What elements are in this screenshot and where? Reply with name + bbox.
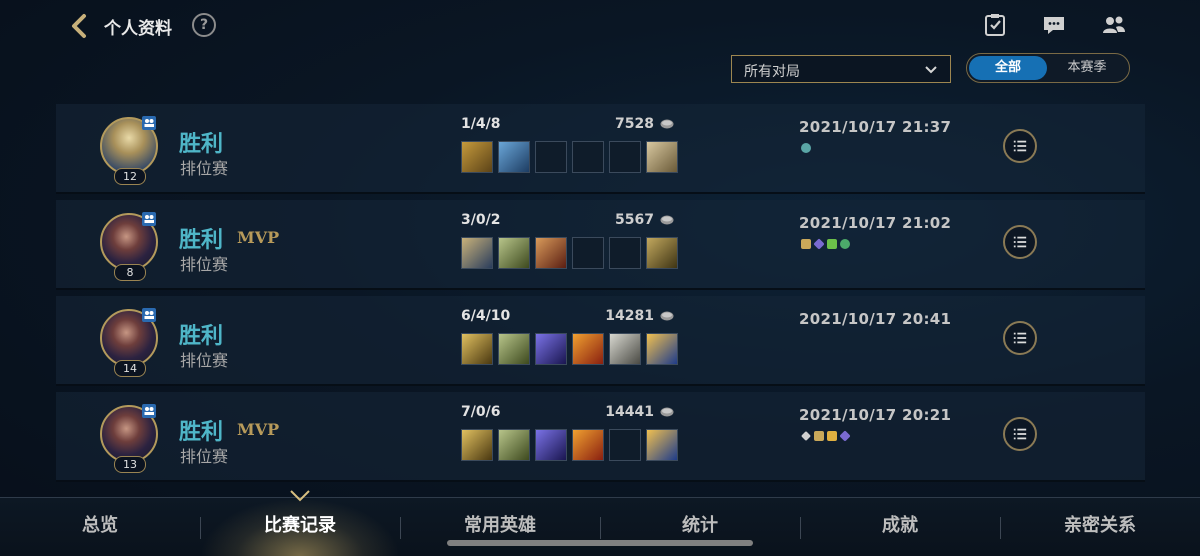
game-mode: 排位赛	[180, 447, 229, 466]
kda: 6/4/10	[461, 308, 511, 324]
party-icon	[142, 308, 156, 322]
ward-icon	[813, 238, 825, 250]
match-row[interactable]: 13 胜利 MVP 排位赛 7/0/6 14441 2021/10/17 20:…	[56, 392, 1145, 482]
item-icon	[498, 141, 530, 173]
match-result: 胜利	[179, 324, 224, 349]
mvp-badge: MVP	[237, 228, 280, 247]
chat-bubble-icon[interactable]	[1041, 12, 1067, 38]
bottom-nav: 总览 比赛记录 常用英雄 统计 成就 亲密关系	[0, 497, 1200, 556]
kda: 7/0/6	[461, 404, 501, 420]
game-mode: 排位赛	[180, 351, 229, 370]
tab-overview[interactable]: 总览	[0, 498, 200, 556]
item-icon	[498, 429, 530, 461]
item-icon	[461, 237, 493, 269]
empty-item-slot	[572, 237, 604, 269]
item-icon	[461, 333, 493, 365]
chevron-down-icon	[925, 66, 937, 74]
coin-icon	[660, 119, 674, 129]
crown-icon	[827, 431, 837, 441]
empty-item-slot	[609, 237, 641, 269]
gold-amount: 14281	[605, 308, 654, 324]
item-icon	[535, 237, 567, 269]
empty-item-slot	[535, 141, 567, 173]
item-icon	[609, 333, 641, 365]
match-type-value: 所有对局	[744, 64, 800, 80]
champion-level: 12	[114, 168, 146, 185]
dragon-icon	[840, 239, 850, 249]
item-icon	[646, 237, 678, 269]
match-row[interactable]: 8 胜利 MVP 排位赛 3/0/2 5567 2021/10/17 21:02	[56, 200, 1145, 290]
match-type-dropdown[interactable]: 所有对局	[731, 55, 951, 83]
item-icon	[535, 333, 567, 365]
empty-item-slot	[609, 141, 641, 173]
item-icon	[646, 333, 678, 365]
item-icon	[461, 141, 493, 173]
match-row[interactable]: 12 胜利 排位赛 1/4/8 7528 2021/10/17 21:37	[56, 104, 1145, 194]
friends-icon[interactable]	[1101, 12, 1127, 38]
back-chevron-icon[interactable]	[66, 12, 94, 40]
match-badges	[801, 430, 853, 443]
match-result: 胜利	[179, 132, 224, 157]
item-icon	[646, 141, 678, 173]
gold-amount: 14441	[605, 404, 654, 420]
swords-icon	[801, 431, 811, 441]
match-badges	[801, 238, 853, 251]
champion-level: 8	[114, 264, 146, 281]
match-date: 2021/10/17 20:41	[799, 310, 952, 328]
page-title: 个人资料	[104, 19, 172, 39]
home-indicator[interactable]	[447, 540, 753, 546]
match-date: 2021/10/17 21:37	[799, 118, 952, 136]
game-mode: 排位赛	[180, 159, 229, 178]
active-tab-indicator-icon	[290, 490, 310, 502]
match-result: 胜利	[179, 420, 224, 445]
tab-relationships[interactable]: 亲密关系	[1000, 498, 1200, 556]
kda: 3/0/2	[461, 212, 501, 228]
party-icon	[142, 212, 156, 226]
tab-achievements[interactable]: 成就	[800, 498, 1000, 556]
match-badges	[801, 143, 814, 155]
list-icon[interactable]	[1003, 321, 1037, 355]
match-date: 2021/10/17 20:21	[799, 406, 952, 424]
mvp-badge: MVP	[237, 420, 280, 439]
empty-item-slot	[609, 429, 641, 461]
season-toggle: 全部 本赛季	[966, 53, 1130, 83]
list-icon[interactable]	[1003, 129, 1037, 163]
party-icon	[142, 116, 156, 130]
help-icon[interactable]: ?	[192, 13, 216, 37]
shield-icon	[801, 143, 811, 153]
item-icon	[535, 429, 567, 461]
item-icon	[572, 333, 604, 365]
gold-amount: 5567	[615, 212, 654, 228]
tab-match-history[interactable]: 比赛记录	[200, 498, 400, 556]
coin-badge-icon	[814, 431, 824, 441]
match-row[interactable]: 14 胜利 排位赛 6/4/10 14281 2021/10/17 20:41	[56, 296, 1145, 386]
item-icon	[461, 429, 493, 461]
segment-all[interactable]: 全部	[969, 56, 1047, 80]
tab-stats[interactable]: 统计	[600, 498, 800, 556]
list-icon[interactable]	[1003, 225, 1037, 259]
item-icon	[646, 429, 678, 461]
kda: 1/4/8	[461, 116, 501, 132]
coin-badge-icon	[801, 239, 811, 249]
item-icon	[498, 237, 530, 269]
party-icon	[142, 404, 156, 418]
champion-level: 14	[114, 360, 146, 377]
list-icon[interactable]	[1003, 417, 1037, 451]
item-icon	[498, 333, 530, 365]
empty-item-slot	[572, 141, 604, 173]
coin-icon	[660, 215, 674, 225]
game-mode: 排位赛	[180, 255, 229, 274]
item-icon	[572, 429, 604, 461]
coin-icon	[660, 311, 674, 321]
ward-icon	[839, 430, 851, 442]
match-date: 2021/10/17 21:02	[799, 214, 952, 232]
champion-level: 13	[114, 456, 146, 473]
segment-this-season[interactable]: 本赛季	[1047, 54, 1127, 82]
flag-icon	[827, 239, 837, 249]
checklist-icon[interactable]	[982, 12, 1008, 38]
match-result: 胜利	[179, 228, 224, 253]
tab-champions[interactable]: 常用英雄	[400, 498, 600, 556]
coin-icon	[660, 407, 674, 417]
gold-amount: 7528	[615, 116, 654, 132]
